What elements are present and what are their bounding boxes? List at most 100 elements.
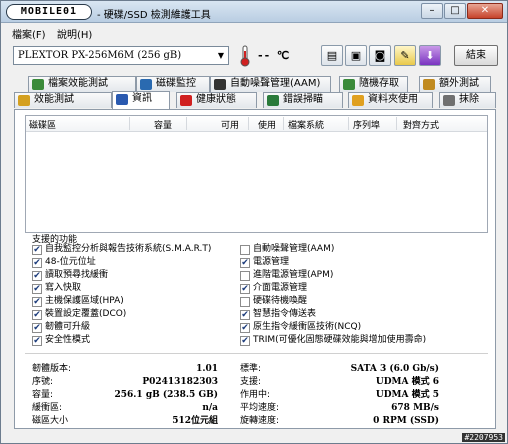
partition-table[interactable]: 磁碟區 容量 可用 使用 檔案系統 序列埠 對齊方式 xyxy=(25,115,488,233)
save-button[interactable]: ▣ xyxy=(345,45,367,66)
column-volume[interactable]: 磁碟區 xyxy=(29,118,56,131)
menu-help[interactable]: 說明(H) xyxy=(57,26,92,41)
title-bar[interactable]: MOBILE01 - 硬碟/SSD 檢測維護工具 – □ ✕ xyxy=(1,1,507,23)
checkbox[interactable]: ✔ xyxy=(32,284,42,294)
column-used[interactable]: 使用 xyxy=(258,118,276,131)
supported-value: UDMA 模式 6 xyxy=(375,377,439,387)
feature-label: 安全性模式 xyxy=(45,335,91,345)
feature-aam[interactable]: 自動噪聲管理(AAM) xyxy=(240,243,334,256)
feature-ncq[interactable]: ✔ 原生指令緩衝區技術(NCQ) xyxy=(240,321,361,334)
feature-standby-wakeup[interactable]: 硬碟待機喚醒 xyxy=(240,295,307,308)
checkbox[interactable]: ✔ xyxy=(32,258,42,268)
arrow-down-icon: ⬇ xyxy=(425,49,435,62)
checkbox[interactable]: ✔ xyxy=(240,258,250,268)
maximize-button[interactable]: □ xyxy=(444,3,466,19)
random-access-icon xyxy=(343,79,355,90)
divider xyxy=(25,353,488,354)
tab-label: 磁碟監控 xyxy=(156,78,196,89)
extra-test-icon xyxy=(423,79,435,90)
checkbox[interactable]: ✔ xyxy=(32,271,42,281)
main-window: MOBILE01 - 硬碟/SSD 檢測維護工具 – □ ✕ 檔案(F) 說明(… xyxy=(0,0,508,444)
feature-label: 電源管理 xyxy=(253,257,290,267)
avg-speed-label: 平均速度: xyxy=(240,403,280,413)
feature-label: 48-位元位址 xyxy=(45,257,96,267)
feature-label: 智慧指令傳送表 xyxy=(253,309,317,319)
tab-extra-tests[interactable]: 額外測試 xyxy=(419,76,491,92)
trash-icon xyxy=(443,95,455,106)
speaker-icon xyxy=(214,79,226,90)
tab-benchmark[interactable]: 效能測試 xyxy=(14,92,112,108)
save-icon: ▣ xyxy=(350,49,362,62)
column-free[interactable]: 可用 xyxy=(221,118,239,131)
feature-label: 自我監控分析與報告技術系統(S.M.A.R.T) xyxy=(45,244,212,254)
info-icon xyxy=(116,94,128,105)
health-cross-icon xyxy=(180,95,192,106)
checkbox[interactable]: ✔ xyxy=(32,336,42,346)
tab-label: 檔案效能測試 xyxy=(48,78,108,89)
column-separator xyxy=(186,117,187,130)
checkbox[interactable]: ✔ xyxy=(32,323,42,333)
supported-label: 支援: xyxy=(240,377,262,387)
checkbox[interactable] xyxy=(240,297,250,307)
feature-dco[interactable]: ✔ 裝置設定覆蓋(DCO) xyxy=(32,308,126,321)
screenshot-button[interactable]: ◙ xyxy=(369,45,391,66)
thermometer-icon xyxy=(240,45,250,67)
close-button[interactable]: ✕ xyxy=(467,3,503,19)
feature-apm[interactable]: 進階電源管理(APM) xyxy=(240,269,333,282)
feature-security[interactable]: ✔ 安全性模式 xyxy=(32,334,90,347)
tab-file-benchmark[interactable]: 檔案效能測試 xyxy=(28,76,136,92)
window-title: - 硬碟/SSD 檢測維護工具 xyxy=(97,10,211,21)
window-controls: – □ ✕ xyxy=(420,3,503,19)
column-filesystem[interactable]: 檔案系統 xyxy=(288,118,324,131)
app-logo: MOBILE01 xyxy=(6,4,92,20)
feature-label: 寫入快取 xyxy=(45,283,82,293)
checkbox[interactable] xyxy=(240,245,250,255)
column-capacity[interactable]: 容量 xyxy=(154,118,172,131)
checkbox[interactable] xyxy=(240,271,250,281)
copy-button[interactable]: ▤ xyxy=(321,45,343,66)
tab-folder-usage[interactable]: 資料夾使用 xyxy=(348,92,433,108)
checkbox[interactable]: ✔ xyxy=(32,310,42,320)
tab-disk-monitor[interactable]: 磁碟監控 xyxy=(136,76,210,92)
checkbox[interactable]: ✔ xyxy=(240,323,250,333)
checkbox[interactable]: ✔ xyxy=(32,297,42,307)
feature-hpa[interactable]: ✔ 主機保護區域(HPA) xyxy=(32,295,124,308)
menu-file[interactable]: 檔案(F) xyxy=(12,26,46,41)
feature-smart-command-table[interactable]: ✔ 智慧指令傳送表 xyxy=(240,308,316,321)
column-separator xyxy=(248,117,249,130)
feature-label: 裝置設定覆蓋(DCO) xyxy=(45,309,127,319)
tab-label: 資料夾使用 xyxy=(368,94,418,105)
feature-trim[interactable]: ✔ TRIM(可優化固態硬碟效能與增加使用壽命) xyxy=(240,334,426,347)
tab-random-access[interactable]: 隨機存取 xyxy=(339,76,408,92)
options-button[interactable]: ✎ xyxy=(394,45,416,66)
tab-info[interactable]: 資訊 xyxy=(112,91,170,109)
checkbox[interactable]: ✔ xyxy=(240,310,250,320)
file-speed-icon xyxy=(32,79,44,90)
tab-erase[interactable]: 抹除 xyxy=(439,92,496,108)
exit-button[interactable]: 結束 xyxy=(454,45,498,66)
tab-aam[interactable]: 自動噪聲管理(AAM) xyxy=(210,76,331,92)
drive-select[interactable]: PLEXTOR PX-256M6M (256 gB) ▼ xyxy=(13,46,229,65)
feature-interface-power[interactable]: ✔ 介面電源管理 xyxy=(240,282,307,295)
download-button[interactable]: ⬇ xyxy=(419,45,441,66)
column-alignment[interactable]: 對齊方式 xyxy=(403,118,439,131)
feature-read-lookahead[interactable]: ✔ 讀取預尋找緩衝 xyxy=(32,269,108,282)
checkbox[interactable]: ✔ xyxy=(240,284,250,294)
minimize-button[interactable]: – xyxy=(421,3,443,19)
tab-error-scan[interactable]: 錯誤掃瞄 xyxy=(263,92,343,108)
column-serial-port[interactable]: 序列埠 xyxy=(353,118,380,131)
tab-health[interactable]: 健康狀態 xyxy=(176,92,257,108)
toolbar: PLEXTOR PX-256M6M (256 gB) ▼ -- ℃ ▤ ▣ ◙ … xyxy=(1,40,507,74)
feature-write-cache[interactable]: ✔ 寫入快取 xyxy=(32,282,81,295)
serial-label: 序號: xyxy=(32,377,54,387)
feature-power-management[interactable]: ✔ 電源管理 xyxy=(240,256,289,269)
checkbox[interactable]: ✔ xyxy=(240,336,250,346)
column-separator xyxy=(348,117,349,130)
column-separator xyxy=(129,117,130,130)
feature-smart[interactable]: ✔ 自我監控分析與報告技術系統(S.M.A.R.T) xyxy=(32,243,211,256)
feature-48bit[interactable]: ✔ 48-位元位址 xyxy=(32,256,96,269)
checkbox[interactable]: ✔ xyxy=(32,245,42,255)
temperature-readout: -- ℃ xyxy=(257,49,290,62)
serial-value: P02413182303 xyxy=(142,377,218,387)
feature-firmware-upgrade[interactable]: ✔ 韌體可升級 xyxy=(32,321,90,334)
